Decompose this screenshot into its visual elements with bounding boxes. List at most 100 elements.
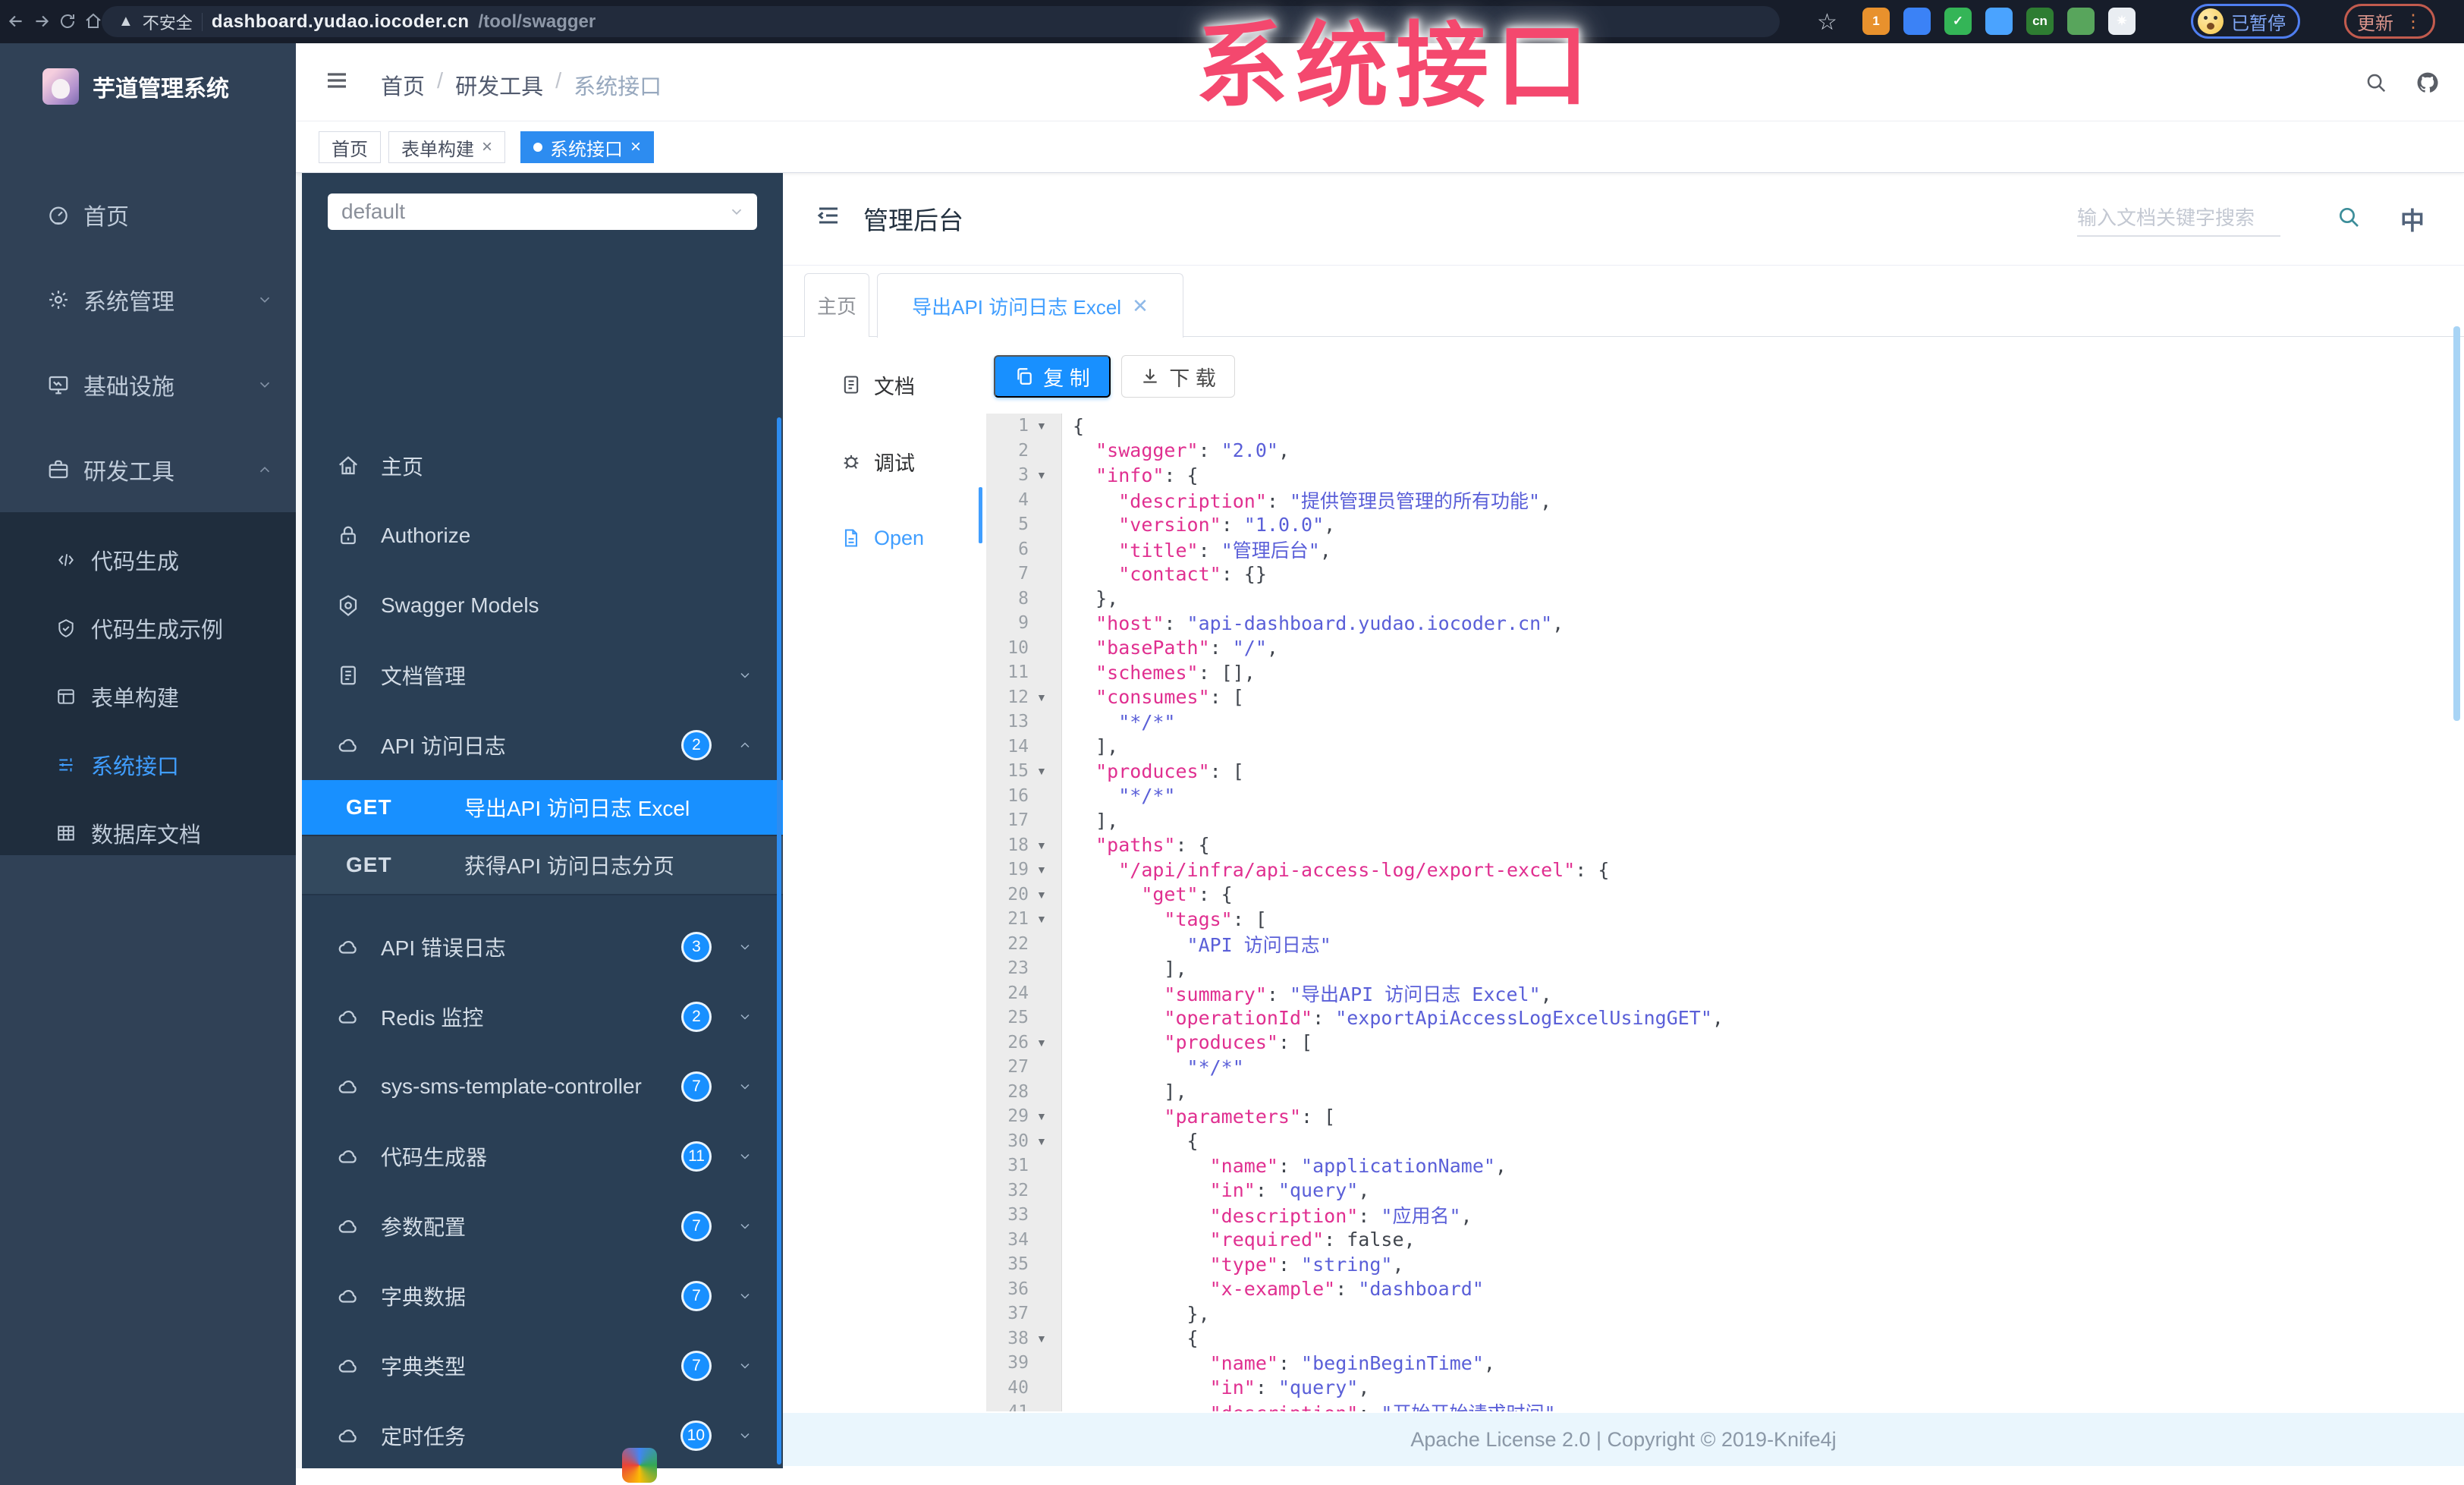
ext-grid-blue[interactable] <box>1985 8 2013 35</box>
fold-icon[interactable]: ▼ <box>1033 469 1059 481</box>
fold-icon[interactable]: ▼ <box>1033 864 1059 876</box>
submenu-item-0[interactable]: 代码生成 <box>0 526 296 594</box>
browser-update-button[interactable]: 更新 ⋮ <box>2344 4 2435 39</box>
api-group-select[interactable]: default <box>328 193 757 230</box>
tag-系统接口[interactable]: 系统接口 × <box>520 131 655 163</box>
swagger-item-API 错误日志[interactable]: API 错误日志 3 <box>302 912 783 982</box>
hamburger-icon[interactable] <box>325 68 349 93</box>
swagger-item-代码生成器[interactable]: 代码生成器 11 <box>302 1122 783 1191</box>
sidebar-item-0[interactable]: 首页 <box>0 172 296 257</box>
submenu-item-4[interactable]: 数据库文档 <box>0 799 296 867</box>
fold-icon[interactable]: ▼ <box>1033 1110 1059 1122</box>
browser-back-icon[interactable] <box>2 7 30 36</box>
swagger-item-sys-sms-template-controller[interactable]: sys-sms-template-controller 7 <box>302 1052 783 1122</box>
github-icon[interactable] <box>2411 66 2444 99</box>
shield-icon <box>58 619 74 637</box>
swagger-item-字典数据[interactable]: 字典数据 7 <box>302 1261 783 1331</box>
code-line: 19 ▼ "/api/infra/api-access-log/export-ex… <box>1007 858 1610 881</box>
close-icon[interactable]: × <box>630 137 641 158</box>
fold-icon[interactable]: ▼ <box>1033 420 1059 432</box>
side-tab-文档[interactable]: 文档 <box>783 358 986 411</box>
swagger-item-Swagger Models[interactable]: Swagger Models <box>302 571 783 640</box>
floating-widget[interactable] <box>622 1448 657 1483</box>
monitor-icon <box>49 376 68 395</box>
copy-button[interactable]: 复 制 <box>994 355 1111 398</box>
ext-lock-orange[interactable]: 1 <box>1862 8 1890 35</box>
browser-reload-icon[interactable] <box>53 7 82 36</box>
download-button[interactable]: 下 载 <box>1121 355 1235 398</box>
code-line: 8 }, <box>1018 587 1119 610</box>
fold-icon[interactable]: ▼ <box>1033 889 1059 901</box>
code-line: 10 "basePath": "/", <box>1007 637 1278 659</box>
swagger-item-API 访问日志[interactable]: API 访问日志 2 <box>302 710 783 780</box>
swagger-item-Authorize[interactable]: Authorize <box>302 501 783 571</box>
doc-search-icon[interactable] <box>2337 205 2361 229</box>
sidebar-item-3[interactable]: 研发工具 <box>0 427 296 512</box>
submenu-item-2[interactable]: 表单构建 <box>0 662 296 731</box>
brand-row[interactable]: 芋道管理系统 <box>0 60 296 113</box>
cloud-icon <box>338 1150 357 1163</box>
tag-表单构建[interactable]: 表单构建 × <box>388 131 506 163</box>
swagger-endpoint-6[interactable]: GET 获得API 访问日志分页 <box>302 835 783 895</box>
footer-text: Apache License 2.0 | Copyright © 2019-Kn… <box>1410 1427 1837 1451</box>
doc-tab-1[interactable]: 导出API 访问日志 Excel ✕ <box>877 273 1183 338</box>
side-tab-Open[interactable]: Open <box>783 511 986 565</box>
browser-menu-icon[interactable]: ⋮ <box>2404 11 2422 33</box>
swagger-item-字典类型[interactable]: 字典类型 7 <box>302 1331 783 1401</box>
doc-header: 管理后台 中 <box>783 173 2464 266</box>
copy-label: 复 制 <box>1043 367 1090 390</box>
swagger-endpoint-5[interactable]: GET 导出API 访问日志 Excel <box>302 780 783 835</box>
ext-pin-blue[interactable] <box>1903 8 1931 35</box>
doc-tabs: 主页 导出API 访问日志 Excel ✕ <box>783 273 2464 338</box>
tag-首页[interactable]: 首页 <box>319 131 381 163</box>
breadcrumb-item-1[interactable]: 研发工具 <box>455 69 543 101</box>
close-icon[interactable]: ✕ <box>1132 294 1149 318</box>
swagger-item-文档管理[interactable]: 文档管理 <box>302 640 783 710</box>
language-icon[interactable]: 中 <box>2400 202 2425 237</box>
swagger-scrollbar[interactable] <box>777 417 781 1465</box>
code-line: 6 "title": "管理后台", <box>1018 539 1331 562</box>
bookmark-star-icon[interactable]: ☆ <box>1817 9 1837 36</box>
code-line: 41 "description": "开始开始请求时间" <box>986 1400 2464 1411</box>
swagger-item-参数配置[interactable]: 参数配置 7 <box>302 1191 783 1261</box>
breadcrumb-item-0[interactable]: 首页 <box>381 69 425 101</box>
browser-forward-icon[interactable] <box>27 7 56 36</box>
collapse-panel-icon[interactable] <box>815 202 842 229</box>
fold-icon[interactable]: ▼ <box>1033 839 1059 851</box>
search-icon[interactable] <box>2359 66 2393 99</box>
fold-icon[interactable]: ▼ <box>1033 691 1059 703</box>
ext-leaf-green[interactable] <box>2067 8 2095 35</box>
breadcrumb-item-2[interactable]: 系统接口 <box>574 69 662 101</box>
count-badge: 10 <box>680 1421 712 1451</box>
url-host: dashboard.yudao.iocoder.cn <box>211 11 470 32</box>
ext-check-green[interactable]: ✓ <box>1944 8 1972 35</box>
sidebar-item-1[interactable]: 系统管理 <box>0 257 296 342</box>
doc-tab-0[interactable]: 主页 <box>804 273 869 337</box>
http-method: GET <box>346 795 392 819</box>
page-scrollbar[interactable] <box>2453 326 2460 721</box>
doc-search-input[interactable] <box>2077 200 2280 237</box>
paused-extension-pill[interactable]: 已暂停 <box>2191 4 2300 39</box>
cloud-icon <box>338 940 357 954</box>
cloud-icon <box>338 738 357 752</box>
close-icon[interactable]: × <box>482 137 492 158</box>
submenu-item-1[interactable]: 代码生成示例 <box>0 594 296 662</box>
sidebar-item-2[interactable]: 基础设施 <box>0 342 296 427</box>
fold-icon[interactable]: ▼ <box>1033 1037 1059 1049</box>
fold-icon[interactable]: ▼ <box>1033 1135 1059 1147</box>
code-editor[interactable]: 1 ▼{2 "swagger": "2.0", 3 ▼ "info": {4 "des… <box>986 414 2464 1411</box>
swagger-item-主页[interactable]: 主页 <box>302 431 783 501</box>
fold-icon[interactable]: ▼ <box>1033 765 1059 777</box>
submenu-item-3[interactable]: 系统接口 <box>0 731 296 799</box>
chevdown-icon <box>740 1014 750 1020</box>
fold-icon[interactable]: ▼ <box>1033 913 1059 925</box>
fold-icon[interactable]: ▼ <box>1033 1332 1059 1345</box>
swagger-item-定时任务[interactable]: 定时任务 10 <box>302 1401 783 1468</box>
swagger-item-Redis 监控[interactable]: Redis 监控 2 <box>302 982 783 1052</box>
paused-label: 已暂停 <box>2231 13 2286 34</box>
ext-cn-green[interactable]: cn <box>2026 8 2054 35</box>
ext-star-white[interactable]: ✷ <box>2108 8 2136 35</box>
code-line: 12 ▼ "consumes": [ <box>1007 686 1244 709</box>
code-line: 23 ], <box>1007 957 1187 980</box>
side-tab-调试[interactable]: 调试 <box>783 435 986 488</box>
